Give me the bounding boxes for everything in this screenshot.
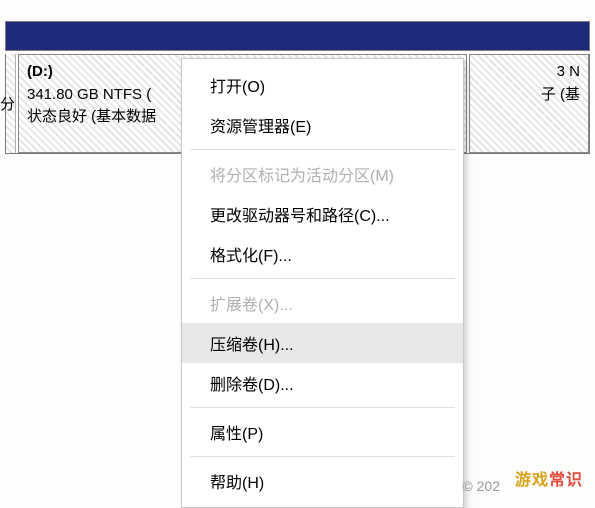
menu-mark-active: 将分区标记为活动分区(M)	[182, 154, 463, 194]
menu-delete-volume[interactable]: 删除卷(D)...	[182, 363, 463, 403]
disk-header-band	[5, 21, 590, 51]
menu-explorer[interactable]: 资源管理器(E)	[182, 105, 463, 145]
menu-format[interactable]: 格式化(F)...	[182, 234, 463, 274]
menu-help[interactable]: 帮助(H)	[182, 461, 463, 501]
partition-right-info: 3 N	[478, 61, 580, 84]
menu-separator	[190, 456, 455, 457]
watermark-part-a: 游戏	[515, 472, 549, 489]
menu-open[interactable]: 打开(O)	[182, 65, 463, 105]
partition-left-fragment[interactable]: 分	[6, 54, 16, 153]
context-menu: 打开(O) 资源管理器(E) 将分区标记为活动分区(M) 更改驱动器号和路径(C…	[181, 58, 464, 508]
menu-separator	[190, 278, 455, 279]
watermark-part-b: 常识	[549, 472, 583, 489]
partition-right-status: 子 (基	[478, 84, 580, 107]
menu-extend-volume: 扩展卷(X)...	[182, 283, 463, 323]
menu-change-drive-letter[interactable]: 更改驱动器号和路径(C)...	[182, 194, 463, 234]
menu-separator	[190, 407, 455, 408]
menu-shrink-volume[interactable]: 压缩卷(H)...	[182, 323, 463, 363]
partition-right-fragment[interactable]: 3 N 子 (基	[469, 54, 589, 153]
partition-left-fragment-char: 分	[0, 93, 15, 114]
footer-copyright: © 202	[462, 478, 500, 494]
watermark: 游戏常识	[515, 466, 583, 490]
menu-separator	[190, 149, 455, 150]
menu-properties[interactable]: 属性(P)	[182, 412, 463, 452]
footer-year-text: © 202	[462, 478, 500, 494]
